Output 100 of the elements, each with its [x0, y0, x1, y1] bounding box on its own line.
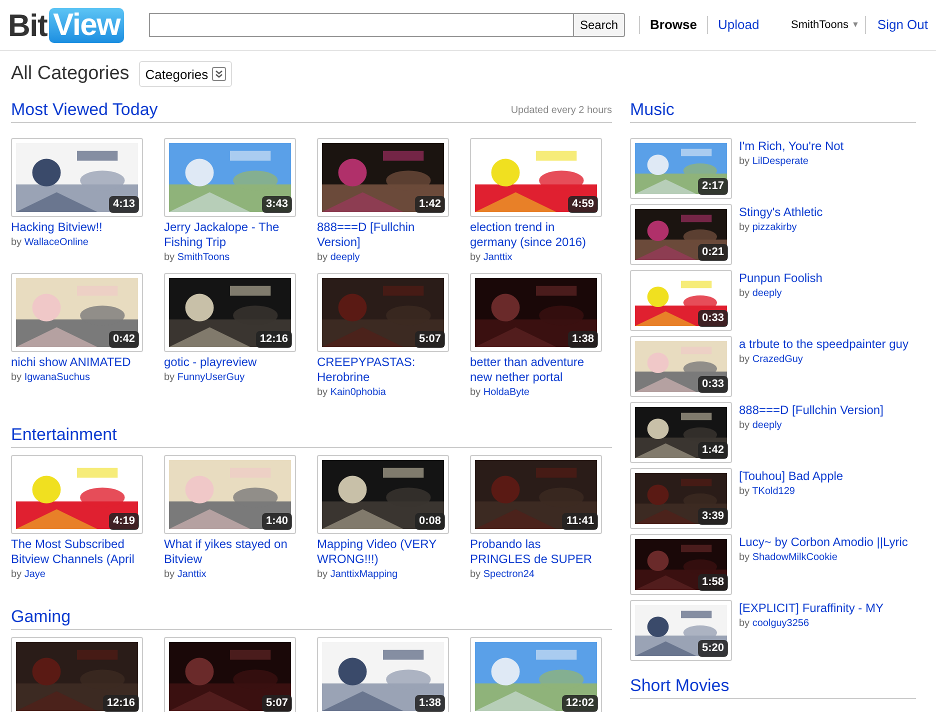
- video-title[interactable]: Jerry Jackalope - The Fishing Trip: [164, 220, 298, 250]
- video-thumbnail[interactable]: 1:38: [317, 636, 449, 712]
- video-title[interactable]: I'm Rich, You're Not: [739, 138, 844, 154]
- author-link[interactable]: Spectron24: [483, 568, 534, 580]
- video-title[interactable]: [Touhou] Bad Apple: [739, 468, 844, 484]
- video-thumbnail[interactable]: 4:19: [11, 454, 143, 534]
- search-button[interactable]: Search: [574, 13, 626, 37]
- video-thumbnail[interactable]: 5:07: [164, 636, 296, 712]
- video-title[interactable]: Lucy~ by Corbon Amodio ||Lyric: [739, 534, 908, 550]
- duration-badge: 0:33: [698, 310, 728, 326]
- video-title[interactable]: better than adventure new nether portal: [470, 354, 604, 384]
- author-link[interactable]: Janttix: [483, 252, 512, 262]
- video-title[interactable]: Stingy's Athletic: [739, 204, 823, 220]
- video-title[interactable]: The Most Subscribed Bitview Channels (April: [11, 536, 145, 566]
- video-thumbnail[interactable]: 1:38: [470, 272, 602, 352]
- video-thumbnail[interactable]: 1:40: [164, 454, 296, 534]
- video-thumbnail[interactable]: 4:13: [11, 138, 143, 216]
- video-thumbnail[interactable]: 0:33: [630, 270, 732, 330]
- author-link[interactable]: TKold129: [752, 486, 795, 496]
- author-link[interactable]: pizzakirby: [752, 222, 797, 232]
- by-label: by: [470, 386, 481, 398]
- by-label: by: [164, 372, 175, 382]
- author-link[interactable]: JanttixMapping: [330, 568, 398, 580]
- section-heading[interactable]: Gaming: [11, 606, 71, 626]
- video-thumbnail[interactable]: 1:42: [317, 138, 449, 216]
- video-thumbnail[interactable]: 4:59: [470, 138, 602, 216]
- video-thumbnail[interactable]: 12:02: [470, 636, 602, 712]
- video-thumbnail[interactable]: 3:39: [630, 468, 732, 528]
- video-thumbnail[interactable]: 12:16: [11, 636, 143, 712]
- video-thumbnail[interactable]: 0:42: [11, 272, 143, 352]
- duration-badge: 1:38: [414, 694, 445, 712]
- video-title[interactable]: 888===D [Fullchin Version]: [317, 220, 451, 250]
- author-link[interactable]: Jaye: [24, 568, 46, 580]
- author-link[interactable]: SmithToons: [177, 252, 230, 262]
- categories-dropdown[interactable]: Categories: [139, 61, 232, 88]
- video-title[interactable]: 888===D [Fullchin Version]: [739, 402, 884, 418]
- video-thumbnail[interactable]: 1:42: [630, 402, 732, 462]
- video-thumbnail[interactable]: 5:20: [630, 600, 732, 660]
- duration-badge: 1:42: [414, 196, 445, 212]
- video-thumbnail[interactable]: 11:41: [470, 454, 602, 534]
- by-label: by: [739, 618, 750, 628]
- by-label: by: [739, 486, 750, 496]
- video-title[interactable]: Mapping Video (VERY WRONG!!!): [317, 536, 451, 566]
- video-thumbnail[interactable]: 5:07: [317, 272, 449, 352]
- section-heading[interactable]: Music: [630, 100, 916, 120]
- video-title[interactable]: gotic - playreview: [164, 354, 298, 370]
- chevron-down-icon: [212, 67, 226, 82]
- by-label: by: [11, 236, 22, 248]
- video-title[interactable]: Probando las PRINGLES de SUPER: [470, 536, 604, 566]
- duration-badge: 4:19: [108, 512, 139, 530]
- by-label: by: [317, 386, 328, 398]
- video-thumbnail[interactable]: 0:08: [317, 454, 449, 534]
- duration-badge: 0:21: [698, 244, 728, 260]
- author-link[interactable]: ShadowMilkCookie: [752, 552, 838, 562]
- author-link[interactable]: HoldaByte: [483, 386, 530, 398]
- duration-badge: 2:17: [698, 178, 728, 194]
- video-title[interactable]: [EXPLICIT] Furaffinity - MY: [739, 600, 884, 616]
- duration-badge: 1:38: [568, 330, 598, 348]
- section-heading[interactable]: Short Movies: [630, 676, 916, 696]
- author-link[interactable]: Kain0phobia: [330, 386, 386, 398]
- video-thumbnail[interactable]: 3:43: [164, 138, 296, 216]
- by-label: by: [164, 252, 175, 262]
- video-title[interactable]: nichi show ANIMATED: [11, 354, 145, 370]
- by-label: by: [739, 552, 750, 562]
- sign-out-link[interactable]: Sign Out: [877, 15, 928, 35]
- author-link[interactable]: IgwanaSuchus: [24, 372, 90, 382]
- video-thumbnail[interactable]: 2:17: [630, 138, 732, 198]
- search-field[interactable]: [148, 13, 574, 37]
- author-link[interactable]: coolguy3256: [752, 618, 810, 628]
- author-link[interactable]: deeply: [752, 288, 782, 298]
- video-title[interactable]: Punpun Foolish: [739, 270, 822, 286]
- section-heading[interactable]: Entertainment: [11, 424, 117, 444]
- video-thumbnail[interactable]: 0:33: [630, 336, 732, 396]
- author-link[interactable]: deeply: [330, 252, 360, 262]
- by-label: by: [11, 568, 22, 580]
- author-link[interactable]: deeply: [752, 420, 782, 430]
- author-link[interactable]: FunnyUserGuy: [177, 372, 245, 382]
- author-link[interactable]: Janttix: [177, 568, 206, 580]
- video-title[interactable]: What if yikes stayed on Bitview: [164, 536, 298, 566]
- author-link[interactable]: WallaceOnline: [24, 236, 88, 248]
- video-title[interactable]: CREEPYPASTAS: Herobrine: [317, 354, 451, 384]
- section-heading[interactable]: Most Viewed Today: [11, 100, 158, 120]
- by-label: by: [739, 222, 750, 232]
- video-title[interactable]: a trbute to the speedpainter guy: [739, 336, 908, 352]
- video-title[interactable]: Hacking Bitview!!: [11, 220, 145, 234]
- author-link[interactable]: CrazedGuy: [752, 354, 803, 364]
- video-thumbnail[interactable]: 12:16: [164, 272, 296, 352]
- duration-badge: 11:41: [562, 512, 598, 530]
- duration-badge: 1:58: [698, 574, 728, 590]
- duration-badge: 4:13: [108, 196, 139, 212]
- author-link[interactable]: LilDesperate: [752, 156, 808, 166]
- by-label: by: [739, 156, 750, 166]
- nav-link[interactable]: Upload: [718, 15, 760, 35]
- duration-badge: 12:16: [102, 694, 139, 712]
- by-label: by: [317, 252, 328, 262]
- user-menu[interactable]: SmithToons ▼: [791, 16, 860, 34]
- video-thumbnail[interactable]: 0:21: [630, 204, 732, 264]
- video-title[interactable]: election trend in germany (since 2016): [470, 220, 604, 250]
- nav-link[interactable]: Browse: [650, 15, 697, 35]
- video-thumbnail[interactable]: 1:58: [630, 534, 732, 594]
